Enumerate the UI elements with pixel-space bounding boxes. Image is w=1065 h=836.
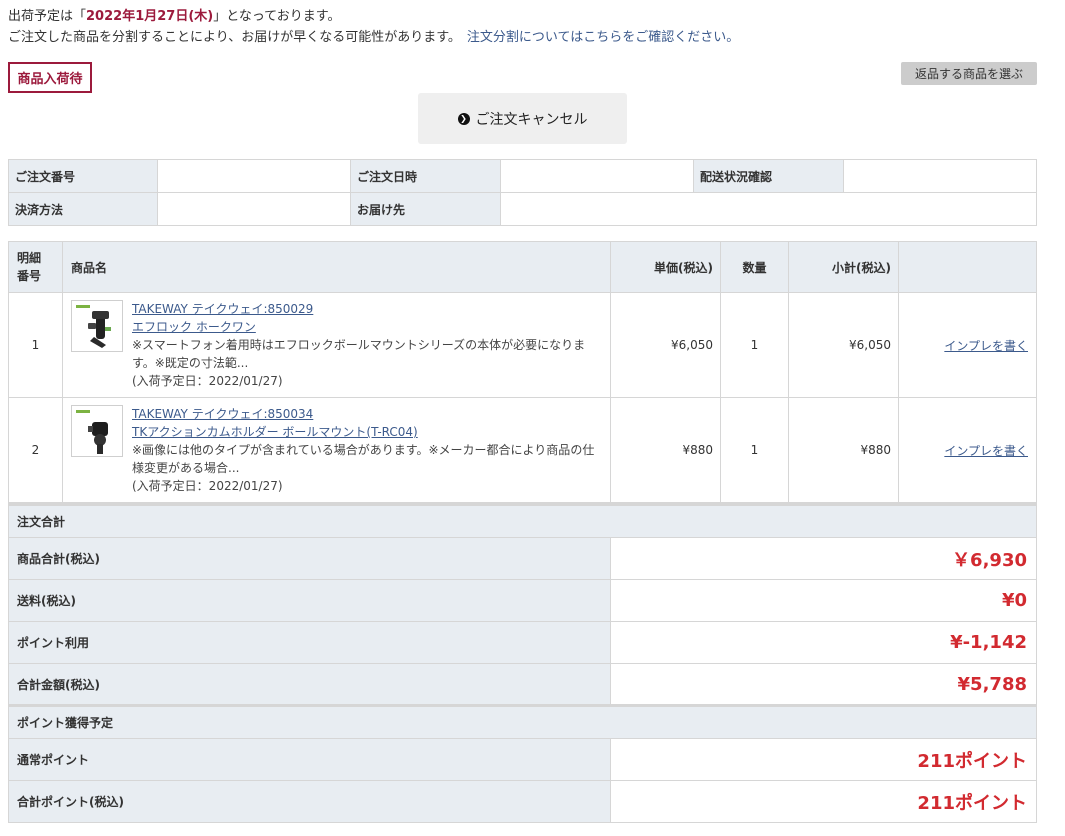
cancel-order-label: ご注文キャンセル xyxy=(475,111,588,128)
product-title-link[interactable]: TAKEWAY テイクウェイ:850034 xyxy=(132,405,602,423)
unit-price: ¥6,050 xyxy=(610,292,721,398)
destination-label: お届け先 xyxy=(350,192,501,226)
order-number-value xyxy=(157,159,351,193)
quantity: 1 xyxy=(720,292,789,398)
product-description: ※画像には他のタイプが含まれている場合があります。※メーカー都合により商品の仕様… xyxy=(132,443,595,475)
order-info-table: ご注文番号 ご注文日時 配送状況確認 決済方法 お届け先 xyxy=(8,159,1037,226)
shipping-fee-label: 送料(税込) xyxy=(8,579,611,622)
shipping-status-value xyxy=(843,159,1037,193)
points-used-value: ¥-1,142 xyxy=(610,621,1037,664)
destination-value xyxy=(500,192,1037,226)
col-product-name: 商品名 xyxy=(62,241,611,293)
payment-method-label: 決済方法 xyxy=(8,192,158,226)
order-total-heading: 注文合計 xyxy=(8,504,1037,538)
notice-prefix: 出荷予定は「 xyxy=(8,9,87,24)
split-order-link[interactable]: 注文分割についてはこちらをご確認ください。 xyxy=(467,30,739,45)
col-line-number: 明細 番号 xyxy=(8,241,63,293)
shipping-fee-value: ¥0 xyxy=(610,579,1037,622)
product-total-value: ￥6,930 xyxy=(610,537,1037,580)
select-return-items-button[interactable]: 返品する商品を選ぶ xyxy=(901,62,1037,85)
col-subtotal: 小計(税込) xyxy=(788,241,899,293)
order-date-value xyxy=(500,159,694,193)
col-quantity: 数量 xyxy=(720,241,789,293)
product-cell: TAKEWAY テイクウェイ:850034 TKアクションカムホルダー ボールマ… xyxy=(62,397,611,503)
line-number: 1 xyxy=(8,292,63,398)
product-name-link[interactable]: TKアクションカムホルダー ボールマウント(T-RC04) xyxy=(132,423,602,441)
status-badge: 商品入荷待 xyxy=(8,62,92,93)
normal-points-value: 211ポイント xyxy=(610,738,1037,781)
notice-suffix: 」となっております。 xyxy=(213,9,341,24)
grand-total-value: ¥5,788 xyxy=(610,663,1037,706)
review-cell: インプレを書く xyxy=(898,397,1037,503)
cancel-order-button[interactable]: ❯ ご注文キャンセル xyxy=(418,93,627,144)
order-date-label: ご注文日時 xyxy=(350,159,501,193)
grand-total-label: 合計金額(税込) xyxy=(8,663,611,706)
table-row: 1 TAKEWAY テイクウェイ:850029 エフロック ホークワン ※スマー… xyxy=(8,292,1037,398)
product-thumbnail[interactable] xyxy=(71,405,123,457)
col-review xyxy=(898,241,1037,293)
product-thumbnail[interactable] xyxy=(71,300,123,352)
payment-method-value xyxy=(157,192,351,226)
col-unit-price: 単価(税込) xyxy=(610,241,721,293)
arrival-date: (入荷予定日：2022/01/27) xyxy=(132,374,283,388)
write-review-link[interactable]: インプレを書く xyxy=(944,339,1028,353)
normal-points-label: 通常ポイント xyxy=(8,738,611,781)
table-row: 2 TAKEWAY テイクウェイ:850034 TKアクションカムホルダー ボー… xyxy=(8,397,1037,503)
product-name-link[interactable]: エフロック ホークワン xyxy=(132,318,602,336)
arrival-date: (入荷予定日：2022/01/27) xyxy=(132,479,283,493)
shipping-date-line: 出荷予定は「2022年1月27日(木)」となっております。 xyxy=(8,6,739,27)
shipping-date: 2022年1月27日(木) xyxy=(86,9,214,24)
total-points-label: 合計ポイント(税込) xyxy=(8,780,611,823)
points-used-label: ポイント利用 xyxy=(8,621,611,664)
split-order-text: ご注文した商品を分割することにより、お届けが早くなる可能性があります。 xyxy=(8,30,461,45)
product-cell: TAKEWAY テイクウェイ:850029 エフロック ホークワン ※スマートフ… xyxy=(62,292,611,398)
line-number: 2 xyxy=(8,397,63,503)
order-items-table: 明細 番号 商品名 単価(税込) 数量 小計(税込) 1 TAKEWAY テイク… xyxy=(8,241,1037,503)
product-total-label: 商品合計(税込) xyxy=(8,537,611,580)
product-title-link[interactable]: TAKEWAY テイクウェイ:850029 xyxy=(132,300,602,318)
shipping-status-label: 配送状況確認 xyxy=(693,159,844,193)
split-order-line: ご注文した商品を分割することにより、お届けが早くなる可能性があります。 注文分割に… xyxy=(8,27,739,48)
product-description: ※スマートフォン着用時はエフロックボールマウントシリーズの本体が必要になります。… xyxy=(132,338,586,370)
write-review-link[interactable]: インプレを書く xyxy=(944,444,1028,458)
total-points-value: 211ポイント xyxy=(610,780,1037,823)
shipping-notice: 出荷予定は「2022年1月27日(木)」となっております。 ご注文した商品を分割… xyxy=(8,6,739,48)
order-number-label: ご注文番号 xyxy=(8,159,158,193)
subtotal: ¥6,050 xyxy=(788,292,899,398)
unit-price: ¥880 xyxy=(610,397,721,503)
order-summary-table: 注文合計 商品合計(税込) ￥6,930 送料(税込) ¥0 ポイント利用 ¥-… xyxy=(8,503,1037,823)
subtotal: ¥880 xyxy=(788,397,899,503)
review-cell: インプレを書く xyxy=(898,292,1037,398)
chevron-right-circle-icon: ❯ xyxy=(457,112,470,125)
quantity: 1 xyxy=(720,397,789,503)
points-earned-heading: ポイント獲得予定 xyxy=(8,704,1037,739)
